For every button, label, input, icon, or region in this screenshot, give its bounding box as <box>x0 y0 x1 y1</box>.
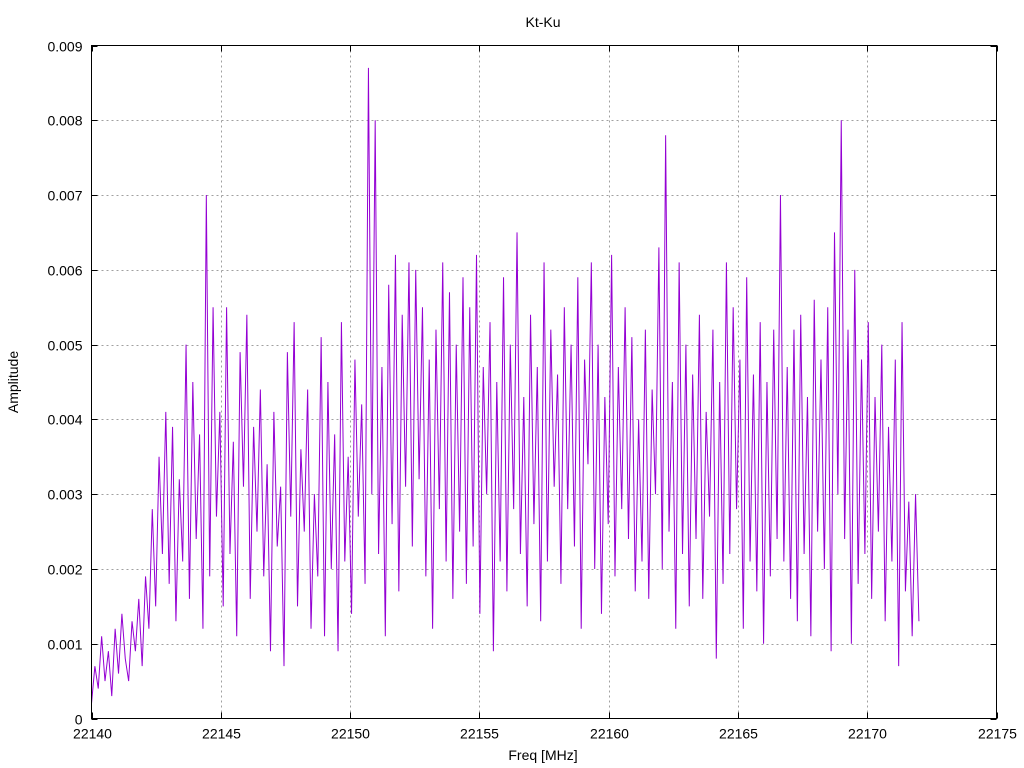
x-tick-label: 22160 <box>590 726 629 742</box>
x-axis-label: Freq [MHz] <box>508 747 577 763</box>
x-tick-label: 22140 <box>73 726 112 742</box>
y-tick-label: 0 <box>75 712 83 728</box>
x-tick-label: 22155 <box>460 726 499 742</box>
y-tick-label: 0.001 <box>47 637 82 653</box>
x-tick-label: 22150 <box>331 726 370 742</box>
x-tick-label: 22145 <box>202 726 241 742</box>
y-tick-label: 0.003 <box>47 487 82 503</box>
y-tick-label: 0.002 <box>47 562 82 578</box>
chart: 22140 22145 22150 22155 22160 22165 22170 22175… <box>0 0 1024 768</box>
y-tick-label: 0.008 <box>47 113 82 129</box>
x-tick-label: 22175 <box>978 726 1017 742</box>
y-tick-label: 0.009 <box>47 39 82 55</box>
y-tick-label: 0.004 <box>47 412 82 428</box>
y-axis-label: Amplitude <box>5 351 21 413</box>
x-tick-label: 22170 <box>848 726 887 742</box>
y-tick-label: 0.005 <box>47 338 82 354</box>
x-tick-label: 22165 <box>719 726 758 742</box>
y-tick-label: 0.006 <box>47 263 82 279</box>
y-tick-label: 0.007 <box>47 188 82 204</box>
chart-title: Kt-Ku <box>525 14 560 30</box>
